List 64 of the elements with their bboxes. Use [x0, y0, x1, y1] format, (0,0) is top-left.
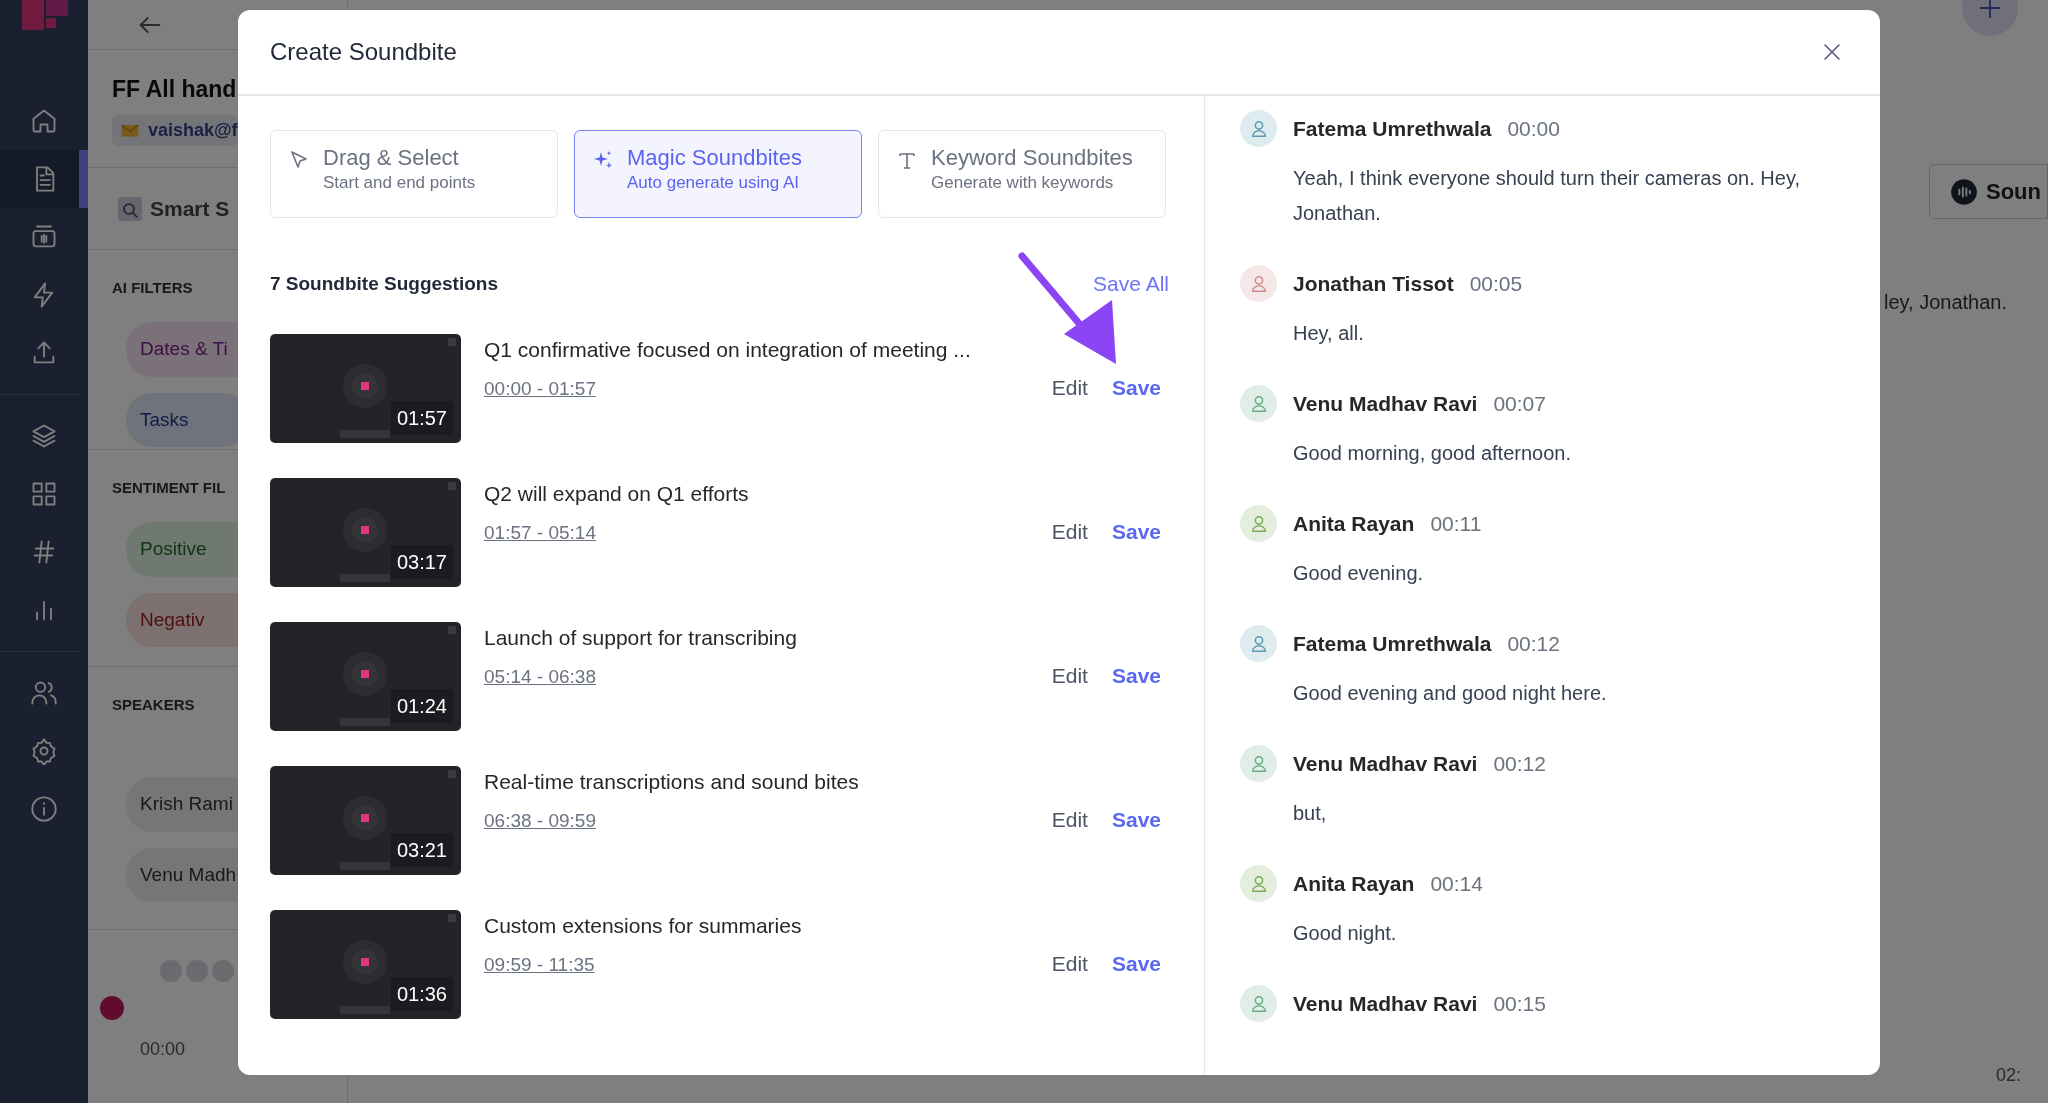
owner-email: vaishak@f: [148, 118, 238, 142]
section-heading: SPEAKERS: [112, 695, 195, 715]
duration-badge: 01:24: [390, 688, 453, 723]
mode-tab[interactable]: Magic Soundbites Auto generate using AI: [574, 130, 862, 218]
transcript-text: Hey, all.: [1292, 321, 1365, 346]
time-range-link[interactable]: 00:00 - 01:57: [484, 375, 596, 404]
soundbite-title: Custom extensions for summaries: [484, 912, 803, 939]
timestamp: 00:14: [1430, 870, 1483, 897]
transcript-text: Yeah, I think everyone should turn their cameras on. Hey, Jonathan.: [1292, 166, 1800, 226]
section-heading: AI FILTERS: [112, 278, 193, 298]
duration-badge: 03:21: [390, 832, 453, 867]
timestamp: 00:07: [1493, 390, 1546, 417]
duration-badge: 03:17: [390, 544, 453, 579]
speaker-name: Venu Madhav Ravi: [1293, 750, 1478, 777]
start-time: 00:00: [140, 1038, 187, 1061]
transcript-text: ley, Jonathan.: [1884, 290, 2009, 315]
save-button[interactable]: Save: [1111, 803, 1161, 835]
soundbite-title: Q1 confirmative focused on integration of meeting ...: [484, 336, 972, 363]
mode-tab[interactable]: Keyword Soundbites Generate with keywords: [878, 130, 1166, 218]
timestamp: 00:12: [1507, 630, 1560, 657]
save-button[interactable]: Save: [1111, 371, 1161, 403]
save-button[interactable]: Save: [1111, 659, 1161, 691]
meeting-title: FF All hand: [112, 75, 238, 104]
modal-title: Create Soundbite: [270, 37, 457, 67]
duration-badge: 01:57: [390, 400, 453, 435]
edit-button[interactable]: Edit: [1051, 947, 1088, 979]
edit-button[interactable]: Edit: [1051, 659, 1088, 691]
time-range-link[interactable]: 05:14 - 06:38: [484, 663, 596, 692]
transcript-text: Good evening and good night here.: [1292, 681, 1608, 706]
edit-button[interactable]: Edit: [1051, 515, 1088, 547]
time-range-link[interactable]: 01:57 - 05:14: [484, 519, 596, 548]
suggestions-heading: 7 Soundbite Suggestions: [270, 271, 498, 296]
timestamp: 00:05: [1469, 270, 1523, 297]
duration-badge: 01:36: [390, 976, 453, 1011]
transcript-text: Good evening.: [1292, 561, 1425, 586]
transcript-text: Good night.: [1292, 921, 1398, 946]
time-range-link[interactable]: 09:59 - 11:35: [484, 951, 595, 980]
edit-button[interactable]: Edit: [1051, 371, 1088, 403]
smart-search-label: Smart S: [150, 195, 230, 222]
speaker-name: Anita Rayan: [1293, 510, 1415, 537]
transcript-text: Good morning, good afternoon.: [1292, 441, 1572, 466]
timestamp: 00:15: [1493, 990, 1546, 1017]
mode-tab[interactable]: Drag & Select Start and end points: [270, 130, 558, 218]
speaker-name: Fatema Umrethwala: [1293, 630, 1492, 657]
soundbite-title: Launch of support for transcribing: [484, 624, 798, 651]
edit-button[interactable]: Edit: [1051, 803, 1088, 835]
end-time: 02:: [1996, 1064, 2023, 1087]
timestamp: 00:00: [1507, 115, 1560, 142]
sound-button[interactable]: Soun: [1929, 164, 2048, 219]
timestamp: 00:12: [1493, 750, 1546, 777]
save-button[interactable]: Save: [1111, 515, 1161, 547]
save-all-link[interactable]: Save All: [1093, 268, 1169, 300]
timestamp: 00:11: [1430, 510, 1482, 537]
section-heading: SENTIMENT FIL: [112, 478, 226, 498]
transcript-text: but,: [1292, 801, 1328, 826]
soundbite-title: Q2 will expand on Q1 efforts: [484, 480, 750, 507]
speaker-name: Jonathan Tissot: [1293, 270, 1454, 297]
speaker-name: Anita Rayan: [1293, 870, 1415, 897]
speaker-name: Venu Madhav Ravi: [1293, 990, 1478, 1017]
speaker-name: Fatema Umrethwala: [1293, 115, 1492, 142]
speaker-name: Venu Madhav Ravi: [1293, 390, 1478, 417]
time-range-link[interactable]: 06:38 - 09:59: [484, 807, 596, 836]
save-button[interactable]: Save: [1111, 947, 1161, 979]
soundbite-title: Real-time transcriptions and sound bites: [484, 768, 860, 795]
